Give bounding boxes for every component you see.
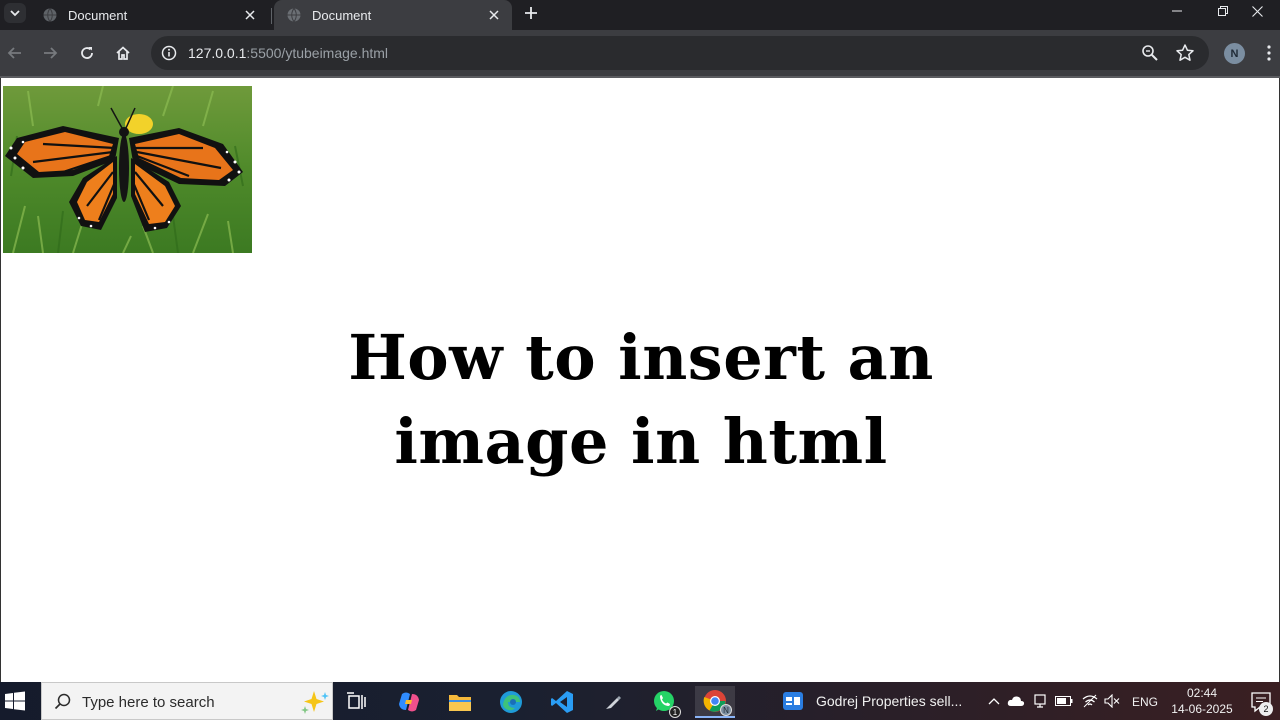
pen-tool-icon bbox=[606, 696, 621, 709]
home-button[interactable] bbox=[111, 41, 135, 65]
minimize-button[interactable] bbox=[1154, 0, 1200, 22]
device-icon bbox=[1034, 694, 1046, 708]
profile-avatar[interactable]: N bbox=[1224, 43, 1245, 64]
volume-tray-icon[interactable] bbox=[1102, 692, 1122, 710]
system-clock[interactable]: 02:44 14-06-2025 bbox=[1170, 685, 1234, 717]
zoom-icon[interactable] bbox=[1141, 44, 1159, 62]
plus-icon bbox=[525, 7, 537, 19]
arrow-right-icon bbox=[44, 47, 58, 59]
file-explorer-button[interactable] bbox=[440, 686, 480, 718]
devices-tray-icon[interactable] bbox=[1030, 692, 1050, 710]
back-button[interactable] bbox=[3, 41, 27, 65]
new-tab-button[interactable] bbox=[520, 2, 542, 24]
network-tray-icon[interactable] bbox=[1080, 692, 1100, 710]
tab-separator bbox=[271, 8, 272, 24]
restore-icon bbox=[1218, 6, 1228, 16]
address-bar[interactable]: 127.0.0.1:5500/ytubeimage.html bbox=[151, 36, 1209, 70]
globe-icon bbox=[43, 8, 57, 22]
app-window-icon bbox=[783, 692, 803, 710]
battery-icon bbox=[1055, 696, 1073, 706]
tab-title: Document bbox=[312, 7, 372, 23]
windows-start-icon[interactable] bbox=[4, 690, 26, 712]
godrej-window-button[interactable]: Godrej Properties sell... bbox=[776, 682, 976, 720]
clock-date: 14-06-2025 bbox=[1171, 702, 1233, 716]
clock-time: 02:44 bbox=[1186, 686, 1218, 700]
task-view-icon bbox=[347, 692, 366, 709]
tab-search-button[interactable] bbox=[4, 3, 26, 23]
home-icon bbox=[116, 46, 130, 60]
cloud-icon bbox=[1007, 696, 1025, 706]
close-tab-icon[interactable] bbox=[242, 7, 258, 23]
tab-strip: Document Document bbox=[0, 0, 1280, 30]
whatsapp-button[interactable]: 1 bbox=[644, 686, 684, 718]
vscode-icon bbox=[551, 691, 573, 713]
copilot-button[interactable] bbox=[389, 686, 429, 718]
tab-document-2[interactable]: Document bbox=[274, 0, 512, 30]
search-highlight-sparkle-icon bbox=[301, 691, 329, 714]
reload-button[interactable] bbox=[75, 41, 99, 65]
windows-taskbar: Type here to search 1 N Godrej Propertie… bbox=[0, 682, 1280, 720]
show-hidden-icons-button[interactable] bbox=[984, 692, 1004, 710]
url-text[interactable]: 127.0.0.1:5500/ytubeimage.html bbox=[188, 45, 388, 61]
whatsapp-unread-badge: 1 bbox=[669, 706, 681, 718]
arrow-left-icon bbox=[7, 47, 21, 59]
copilot-icon bbox=[399, 692, 419, 712]
minimize-icon bbox=[1172, 10, 1182, 12]
url-host: 127.0.0.1 bbox=[188, 45, 247, 61]
search-icon bbox=[54, 693, 71, 710]
globe-icon bbox=[287, 8, 301, 22]
page-viewport: How to insert an image in html bbox=[0, 78, 1280, 682]
reload-icon bbox=[81, 47, 93, 59]
close-window-button[interactable] bbox=[1234, 0, 1280, 22]
wifi-icon bbox=[1082, 694, 1098, 708]
close-tab-icon[interactable] bbox=[486, 7, 502, 23]
notification-count-badge: 2 bbox=[1259, 702, 1273, 716]
search-placeholder: Type here to search bbox=[82, 694, 215, 711]
window-title: Godrej Properties sell... bbox=[816, 693, 963, 709]
tab-title: Document bbox=[68, 7, 128, 23]
chrome-button[interactable]: N bbox=[695, 686, 735, 718]
edge-icon bbox=[500, 691, 522, 713]
site-info-icon[interactable] bbox=[159, 43, 179, 63]
task-view-button[interactable] bbox=[337, 686, 377, 718]
headline-line-1: How to insert an bbox=[348, 321, 934, 394]
close-icon bbox=[1251, 5, 1263, 17]
headline-line-2: image in html bbox=[394, 405, 888, 478]
browser-toolbar: 127.0.0.1:5500/ytubeimage.html N bbox=[0, 30, 1280, 76]
folder-icon bbox=[449, 695, 471, 711]
volume-muted-icon bbox=[1104, 694, 1120, 708]
chrome-profile-badge: N bbox=[720, 704, 732, 716]
battery-tray-icon[interactable] bbox=[1054, 692, 1074, 710]
onedrive-tray-icon[interactable] bbox=[1006, 692, 1026, 710]
butterfly-image bbox=[3, 86, 252, 253]
url-path: :5500/ytubeimage.html bbox=[246, 45, 389, 61]
taskbar-search-box[interactable]: Type here to search bbox=[41, 682, 333, 720]
chevron-down-icon bbox=[10, 10, 20, 17]
chevron-up-icon bbox=[988, 698, 1000, 705]
more-vertical-icon bbox=[1267, 45, 1271, 61]
snipping-tool-button[interactable] bbox=[593, 686, 633, 718]
vscode-button[interactable] bbox=[542, 686, 582, 718]
bookmark-star-icon[interactable] bbox=[1175, 43, 1195, 63]
browser-menu-button[interactable] bbox=[1262, 42, 1276, 64]
tab-document-1[interactable]: Document bbox=[30, 0, 268, 30]
page-headline: How to insert an image in html bbox=[201, 316, 1081, 484]
forward-button[interactable] bbox=[38, 41, 62, 65]
edge-browser-button[interactable] bbox=[491, 686, 531, 718]
input-language-indicator[interactable]: ENG bbox=[1132, 695, 1158, 709]
